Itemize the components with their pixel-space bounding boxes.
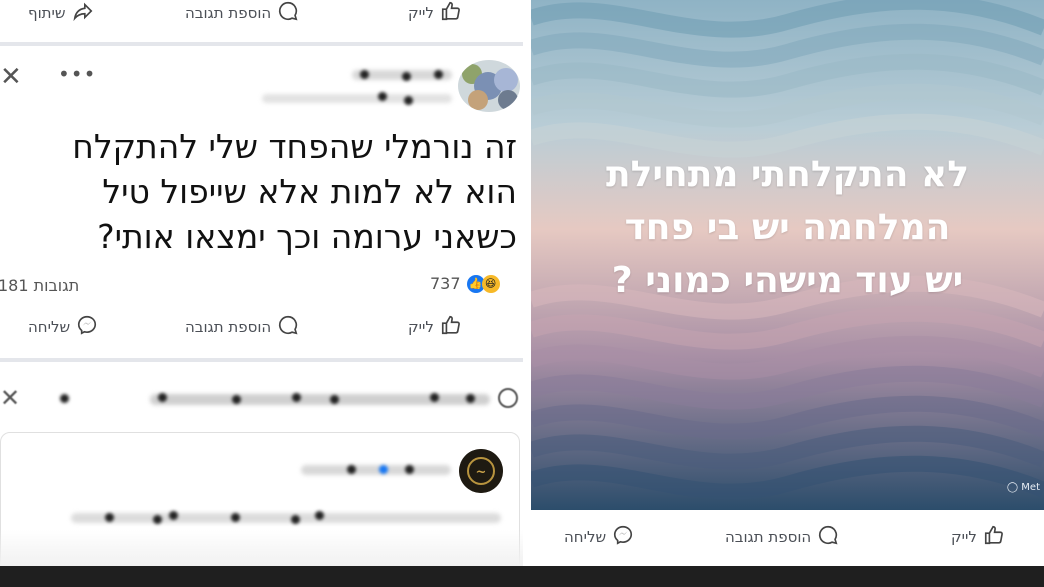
like-button[interactable]: לייק <box>408 0 462 26</box>
comment-button[interactable]: הוספת תגובה <box>185 0 299 26</box>
background-post-line: לא התקלחתי מתחילת <box>606 154 969 195</box>
post-actions: לייק הוספת תגובה שליחה <box>0 314 523 348</box>
comment-label: הוספת תגובה <box>185 4 272 22</box>
meta-watermark: ◯ Met <box>1006 482 1040 493</box>
previous-post-actions: לייק הוספת תגובה שיתוף <box>0 0 523 34</box>
svg-text:~: ~ <box>476 465 487 480</box>
post-line: הוא לא למות אלא שייפול טיל <box>102 172 517 211</box>
avatar[interactable]: ~ <box>459 449 503 493</box>
thumbs-up-icon <box>440 0 462 26</box>
comment-button[interactable]: הוספת תגובה <box>725 524 839 550</box>
comment-bubble-icon <box>817 524 839 550</box>
thumbs-up-icon <box>440 314 462 340</box>
bottom-system-bar <box>0 566 1044 587</box>
comments-count[interactable]: 181 תגובות <box>0 276 79 295</box>
background-post-panel: לא התקלחתי מתחילת המלחמה יש בי פחד יש עו… <box>523 0 1044 587</box>
messenger-icon <box>76 314 98 340</box>
share-arrow-icon <box>72 0 94 26</box>
post-line: כשאני ערומה וכך ימצאו אותי? <box>97 217 517 256</box>
send-button[interactable]: שליחה <box>564 524 634 550</box>
like-button[interactable]: לייק <box>951 524 1005 550</box>
comment-bubble-icon <box>277 0 299 26</box>
comment-label: הוספת תגובה <box>185 318 272 336</box>
scroll-fade <box>0 530 523 566</box>
like-label: לייק <box>408 318 434 336</box>
avatar[interactable] <box>458 60 520 112</box>
background-post-line: המלחמה יש בי פחד <box>624 207 951 248</box>
reaction-count: 737 <box>430 274 461 293</box>
share-label: שיתוף <box>28 4 66 22</box>
mention-icon <box>498 388 518 408</box>
comment-label: הוספת תגובה <box>725 528 812 546</box>
post-separator <box>0 42 523 46</box>
like-button[interactable]: לייק <box>408 314 462 340</box>
send-label: שליחה <box>28 318 71 336</box>
share-button[interactable]: שיתוף <box>28 0 94 26</box>
send-button[interactable]: שליחה <box>28 314 98 340</box>
background-post-text: לא התקלחתי מתחילת המלחמה יש בי פחד יש עו… <box>531 148 1044 307</box>
messenger-icon <box>612 524 634 550</box>
close-icon[interactable]: ✕ <box>0 386 20 410</box>
thumbs-up-icon <box>983 524 1005 550</box>
like-label: לייק <box>951 528 977 546</box>
reactions-summary[interactable]: 737 👍 😆 <box>430 274 500 293</box>
send-label: שליחה <box>564 528 607 546</box>
post-separator <box>0 358 523 362</box>
post-text: זה נורמלי שהפחד שלי להתקלח הוא לא למות א… <box>2 124 517 259</box>
feed-panel: לייק הוספת תגובה שיתוף ✕ ••• זה נורמלי ש… <box>0 0 523 587</box>
background-post-actions: לייק הוספת תגובה שליחה <box>523 520 1044 560</box>
post-line: זה נורמלי שהפחד שלי להתקלח <box>72 127 517 166</box>
blurred-notification: ✕ <box>0 380 523 420</box>
haha-reaction-icon: 😆 <box>481 274 500 293</box>
more-options-icon[interactable]: ••• <box>58 62 96 86</box>
close-icon[interactable]: ✕ <box>0 64 22 90</box>
comment-button[interactable]: הוספת תגובה <box>185 314 299 340</box>
like-label: לייק <box>408 4 434 22</box>
comment-bubble-icon <box>277 314 299 340</box>
background-post-line: יש עוד מישהי כמוני ? <box>611 260 964 301</box>
